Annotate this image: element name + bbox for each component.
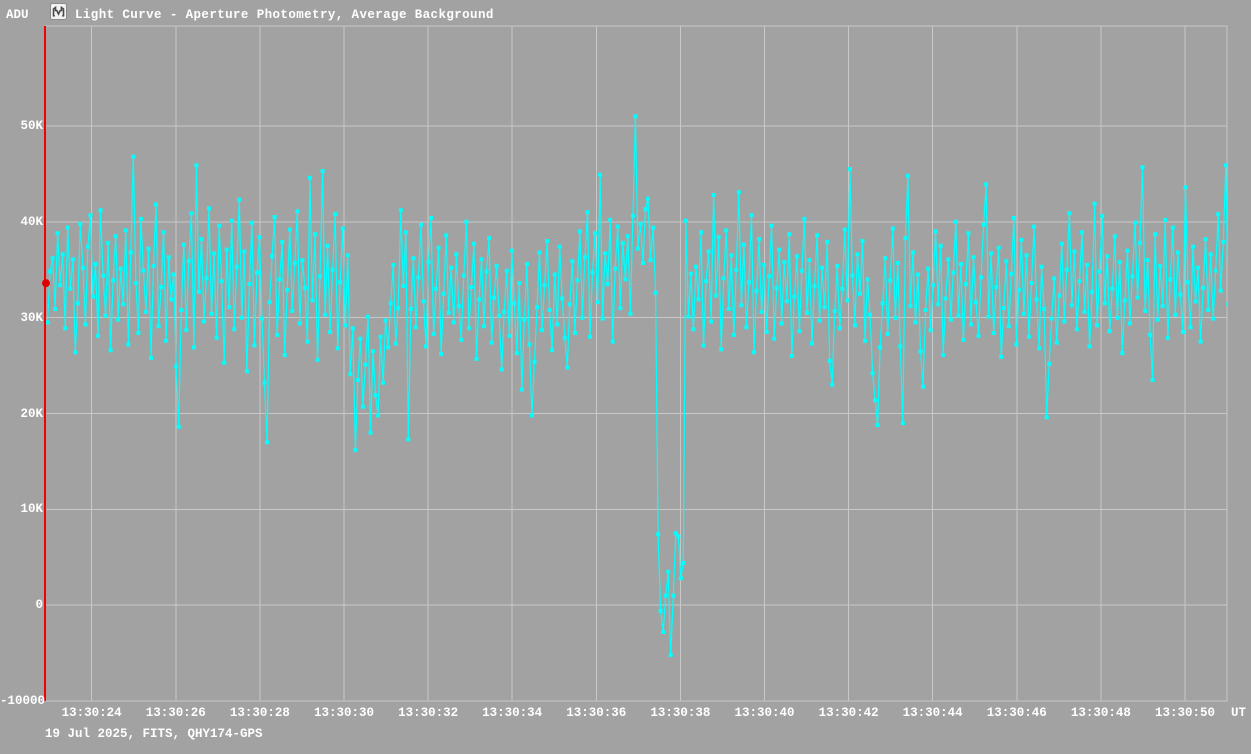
y-tick-label: -10000 (0, 694, 43, 708)
x-tick-label: 13:30:30 (302, 706, 386, 720)
y-tick-label: 40K (0, 215, 43, 229)
x-tick-label: 13:30:40 (723, 706, 807, 720)
light-curve-window: ADU Light Curve - Aperture Photometry, A… (0, 0, 1251, 754)
recording-info: 19 Jul 2025, FITS, QHY174-GPS (45, 727, 263, 741)
x-tick-label: 13:30:32 (386, 706, 470, 720)
x-tick-label: 13:30:28 (218, 706, 302, 720)
x-tick-label: 13:30:44 (891, 706, 975, 720)
x-tick-label: 13:30:34 (470, 706, 554, 720)
light-curve-plot[interactable] (0, 0, 1251, 754)
light-curve-dip-icon (50, 3, 67, 20)
y-tick-label: 0 (0, 598, 43, 612)
x-tick-label: 13:30:50 (1143, 706, 1227, 720)
x-tick-label: 13:30:36 (554, 706, 638, 720)
x-axis-unit-label: UT (1231, 706, 1246, 720)
x-tick-label: 13:30:24 (50, 706, 134, 720)
x-tick-label: 13:30:46 (975, 706, 1059, 720)
x-tick-label: 13:30:38 (638, 706, 722, 720)
y-tick-label: 20K (0, 407, 43, 421)
x-tick-label: 13:30:48 (1059, 706, 1143, 720)
y-axis-unit-label: ADU (6, 8, 29, 22)
y-tick-label: 50K (0, 119, 43, 133)
window-title: Light Curve - Aperture Photometry, Avera… (75, 8, 494, 22)
y-tick-label: 30K (0, 311, 43, 325)
y-tick-label: 10K (0, 502, 43, 516)
x-tick-label: 13:30:26 (134, 706, 218, 720)
x-tick-label: 13:30:42 (807, 706, 891, 720)
current-frame-marker (42, 279, 50, 287)
plot-background[interactable] (0, 0, 1251, 754)
